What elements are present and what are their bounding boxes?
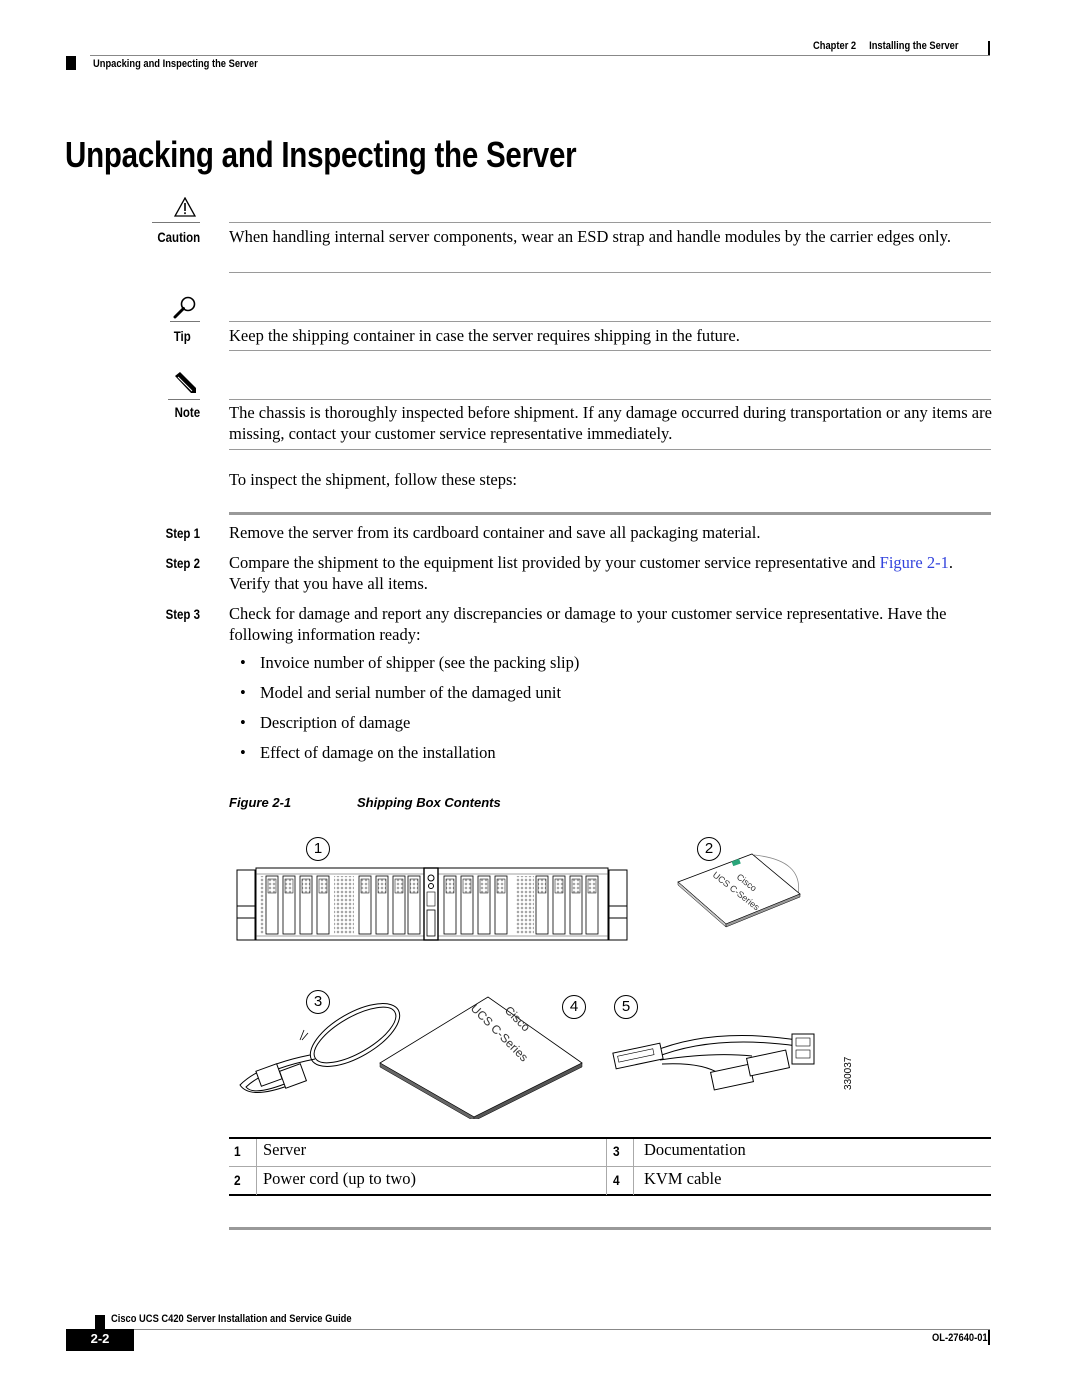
header-chapter-number: Chapter 2 (813, 40, 857, 52)
legend-top-rule (229, 1137, 991, 1139)
legend-number: 4 (613, 1172, 620, 1188)
warning-triangle-icon (174, 197, 196, 217)
caution-text: When handling internal server components… (229, 227, 951, 246)
legend-text: Documentation (644, 1140, 746, 1159)
tip-icon-rule (170, 321, 200, 322)
legend-number: 1 (234, 1143, 241, 1159)
note-bottom-rule (229, 449, 991, 450)
footer-marker (95, 1315, 105, 1329)
figure-2-1-link[interactable]: Figure 2-1 (880, 553, 949, 572)
caution-icon-rule (152, 222, 200, 223)
server-illustration (236, 867, 628, 941)
header-chapter-title: Installing the Server (869, 40, 959, 52)
figure-number: Figure 2-1 (229, 795, 292, 810)
step-2-text: Compare the shipment to the equipment li… (229, 552, 994, 594)
drive-bay-vent (318, 878, 328, 894)
drive-bay-vent (554, 878, 564, 894)
drive-bay-vent (377, 878, 387, 894)
drive-bay-vent (462, 878, 472, 894)
footer-bar (988, 1330, 990, 1345)
drive-bay-vent (479, 878, 489, 894)
header-marker (66, 56, 76, 70)
header-rule (90, 55, 990, 56)
legend-text: Server (263, 1140, 307, 1159)
blank-panel-mesh (516, 876, 534, 934)
bullet-item: Model and serial number of the damaged u… (260, 683, 562, 702)
legend-col-divider (256, 1139, 257, 1195)
note-text: The chassis is thoroughly inspected befo… (229, 403, 992, 443)
caution-label: Caution (157, 229, 200, 245)
procedure-intro: To inspect the shipment, follow these st… (229, 470, 518, 489)
pencil-icon (175, 372, 196, 393)
figure-title: Shipping Box Contents (357, 795, 501, 810)
legend-col-divider (633, 1139, 634, 1195)
bullet-marker: • (240, 683, 246, 702)
step-2-text-before: Compare the shipment to the equipment li… (229, 553, 880, 572)
step-1-label: Step 1 (165, 525, 200, 541)
footer-rule (90, 1329, 990, 1330)
step-3-label: Step 3 (165, 606, 200, 622)
header-section: Unpacking and Inspecting the Server (93, 58, 258, 70)
legend-col-divider (606, 1139, 607, 1195)
legend-text: Power cord (up to two) (263, 1169, 417, 1188)
step-3-text: Check for damage and report any discrepa… (229, 604, 947, 644)
drive-bay-vent (409, 878, 419, 894)
header-bar (988, 41, 990, 56)
tip-bottom-rule (229, 350, 991, 351)
blank-panel-mesh (334, 876, 354, 934)
legend-number: 3 (613, 1143, 620, 1159)
legend-bottom-rule (229, 1194, 991, 1196)
magnifier-icon (173, 296, 196, 319)
drive-bay-vent (496, 878, 506, 894)
bullet-item: Description of damage (260, 713, 411, 732)
bullet-marker: • (240, 743, 246, 762)
callout-1: 1 (306, 837, 330, 861)
note-top-rule (229, 399, 991, 400)
drive-bay-vent (537, 878, 547, 894)
caution-top-rule (229, 222, 991, 223)
documentation-illustration: Cisco UCS C-Series (379, 996, 583, 1119)
procedure-end-rule (229, 1227, 991, 1230)
footer-doc-id: OL-27640-01 (932, 1332, 988, 1344)
legend-row-rule (229, 1166, 991, 1167)
page-number: 2-2 (90, 1331, 110, 1346)
drive-bay-vent (394, 878, 404, 894)
note-label: Note (174, 404, 200, 420)
footer-guide-title: Cisco UCS C420 Server Installation and S… (111, 1313, 352, 1325)
drive-bay-vent (445, 878, 455, 894)
kvm-cable-illustration (612, 1033, 815, 1091)
drive-bay-vent (301, 878, 311, 894)
bullet-marker: • (240, 713, 246, 732)
drive-bay-vent (571, 878, 581, 894)
drive-bay-vent (267, 878, 277, 894)
procedure-start-rule (229, 512, 991, 515)
drive-bay-vent (587, 878, 597, 894)
caution-bottom-rule (229, 272, 991, 273)
header-chapter: Chapter 2 Installing the Server (813, 40, 959, 52)
note-icon-rule (168, 399, 200, 400)
bullet-marker: • (240, 653, 246, 672)
drive-bay-vent (360, 878, 370, 894)
legend-text: KVM cable (644, 1169, 722, 1188)
tip-label: Tip (173, 328, 191, 344)
bullet-item: Effect of damage on the installation (260, 743, 496, 762)
drive-bay-vent (284, 878, 294, 894)
step-1-text: Remove the server from its cardboard con… (229, 523, 761, 542)
tip-text: Keep the shipping container in case the … (229, 326, 740, 345)
callout-5: 5 (614, 995, 638, 1019)
page-title: Unpacking and Inspecting the Server (65, 134, 577, 175)
bullet-item: Invoice number of shipper (see the packi… (260, 653, 580, 672)
step-2-label: Step 2 (165, 555, 200, 571)
art-id: 330037 (843, 1056, 854, 1090)
cd-illustration: Cisco UCS C-Series (677, 853, 801, 928)
legend-number: 2 (234, 1172, 241, 1188)
tip-top-rule (229, 321, 991, 322)
